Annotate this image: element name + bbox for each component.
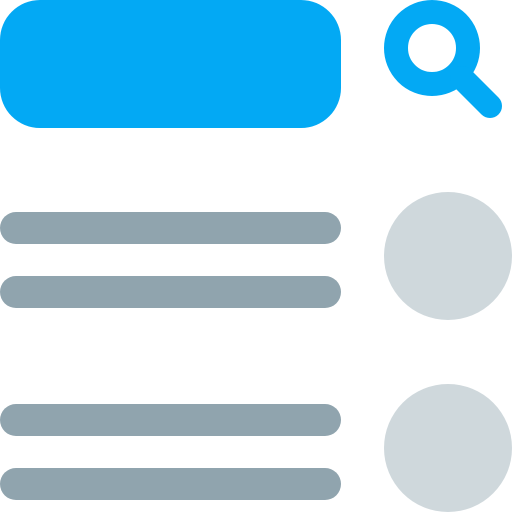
search-icon-handle <box>450 66 502 118</box>
list-item-line <box>0 212 341 244</box>
search-bar[interactable] <box>0 0 341 128</box>
list-item-avatar <box>384 192 512 320</box>
list-item-avatar <box>384 384 512 512</box>
list-item-line <box>0 404 341 436</box>
search-button[interactable] <box>384 0 512 128</box>
list-item-line <box>0 468 341 500</box>
list-item-line <box>0 276 341 308</box>
search-icon <box>384 0 502 118</box>
